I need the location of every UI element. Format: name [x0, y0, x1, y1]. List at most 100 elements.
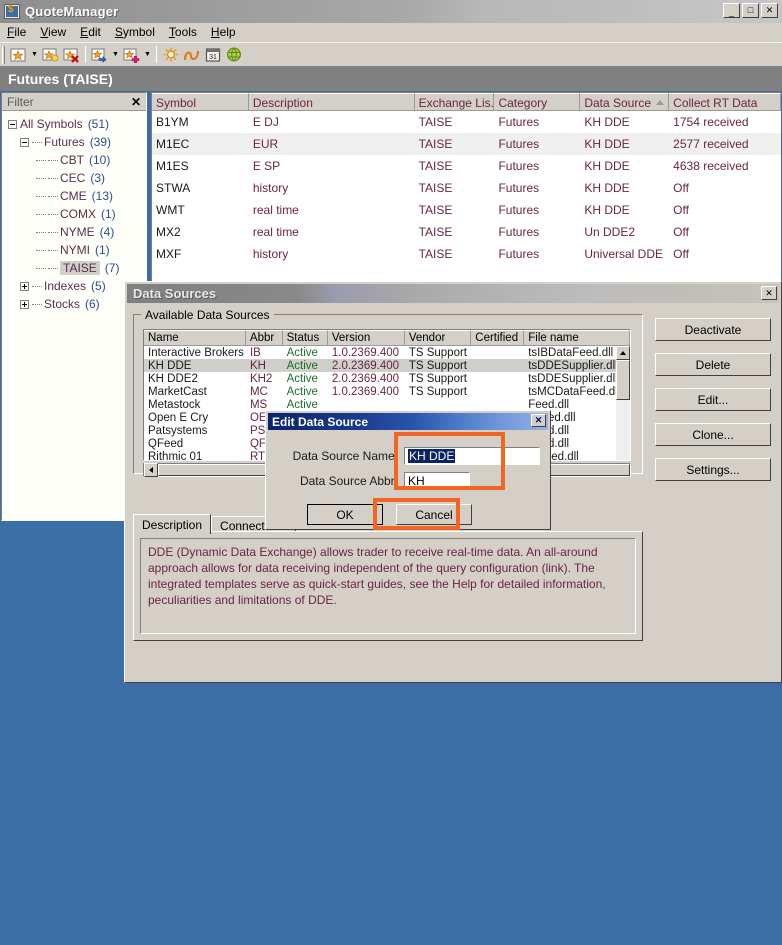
ok-button[interactable]: OK: [307, 504, 383, 525]
toolbar-grip[interactable]: [2, 45, 5, 64]
minimize-button[interactable]: _: [723, 3, 740, 18]
tree-item-label: Stocks: [44, 297, 81, 311]
scroll-thumb[interactable]: [616, 360, 630, 400]
collapse-toggle-icon[interactable]: [8, 119, 17, 129]
import-dropdown-icon[interactable]: ▼: [110, 44, 121, 65]
ds-table-row[interactable]: Interactive Brokers IB Active 1.0.2369.4…: [144, 346, 630, 359]
ds-column-header-name[interactable]: Name: [144, 330, 246, 346]
data-sources-button-column: Deactivate Delete Edit... Clone... Setti…: [655, 318, 773, 493]
column-header-data-source[interactable]: Data Source: [580, 93, 670, 111]
tree-item-taise[interactable]: TAISE (7): [4, 259, 146, 277]
data-sources-titlebar[interactable]: Data Sources ✕: [127, 284, 779, 303]
scroll-left-button[interactable]: [144, 463, 158, 477]
cell-collect-rt: 4638 received: [673, 159, 749, 173]
new-symbol-dropdown-icon[interactable]: ▼: [29, 44, 40, 65]
column-header-description[interactable]: Description: [248, 93, 415, 111]
tab-description[interactable]: Description: [133, 514, 212, 534]
menu-item-file[interactable]: FFileile: [0, 23, 33, 41]
add-symbol-icon[interactable]: [121, 44, 142, 65]
cell-name: Interactive Brokers: [148, 346, 244, 359]
menu-item-symbol[interactable]: Symbol: [108, 23, 162, 41]
tree-item-cec[interactable]: CEC (3): [4, 169, 146, 187]
expand-toggle-icon[interactable]: [20, 299, 29, 309]
table-row[interactable]: B1YM E DJ TAISE Futures KH DDE 1754 rece…: [152, 111, 781, 133]
menu-item-help[interactable]: Help: [204, 23, 243, 41]
add-dropdown-icon[interactable]: ▼: [142, 44, 153, 65]
menu-item-tools[interactable]: Tools: [162, 23, 204, 41]
close-button[interactable]: ✕: [761, 3, 778, 18]
tree-item-count: (4): [99, 225, 115, 239]
menu-item-edit[interactable]: Edit: [73, 23, 108, 41]
table-row[interactable]: M1ES E SP TAISE Futures KH DDE 4638 rece…: [152, 155, 781, 177]
data-source-name-label: Data Source Name:: [292, 449, 398, 463]
cell-collect-rt: Off: [673, 203, 689, 217]
expand-toggle-icon[interactable]: [20, 281, 29, 291]
ds-column-header-file-name[interactable]: File name: [524, 330, 630, 346]
table-row[interactable]: MXF history TAISE Futures Universal DDE …: [152, 243, 781, 265]
tree-connector: [48, 267, 58, 269]
edit-dialog-titlebar[interactable]: Edit Data Source ✕: [268, 413, 548, 430]
quotemanager-icon: [4, 4, 20, 19]
ds-column-header-vendor[interactable]: Vendor: [404, 330, 472, 346]
ds-column-header-status[interactable]: Status: [282, 330, 328, 346]
table-row[interactable]: STWA history TAISE Futures KH DDE Off: [152, 177, 781, 199]
cell-symbol: MX2: [156, 225, 181, 239]
cell-vendor: TS Support: [408, 359, 467, 372]
column-header-collect-rt-data[interactable]: Collect RT Data: [669, 93, 781, 111]
window-titlebar[interactable]: QuoteManager _ □ ✕: [0, 0, 782, 23]
ds-column-header-version[interactable]: Version: [327, 330, 405, 346]
cell-exchange: TAISE: [418, 181, 453, 195]
edit-dialog-close-button[interactable]: ✕: [531, 414, 546, 427]
tree-item-cbt[interactable]: CBT (10): [4, 151, 146, 169]
data-sources-close-button[interactable]: ✕: [761, 286, 777, 300]
tree-item-label: NYMI: [60, 243, 90, 257]
filter-close-icon[interactable]: ✕: [129, 95, 143, 109]
column-header-category[interactable]: Category: [494, 93, 581, 111]
calendar-icon[interactable]: 31: [202, 44, 223, 65]
data-source-abbr-row: Data Source Abbr: KH: [276, 472, 544, 490]
tree-item-all-symbols[interactable]: All Symbols (51): [4, 115, 146, 133]
import-symbol-icon[interactable]: [89, 44, 110, 65]
tree-item-nyme[interactable]: NYME (4): [4, 223, 146, 241]
tree-item-futures[interactable]: Futures (39): [4, 133, 146, 151]
scroll-track[interactable]: [616, 400, 630, 460]
delete-symbol-icon[interactable]: [61, 44, 82, 65]
ds-table-row[interactable]: MarketCast MC Active 1.0.2369.400 TS Sup…: [144, 385, 630, 398]
deactivate-button[interactable]: Deactivate: [655, 318, 771, 341]
edit-button[interactable]: Edit...: [655, 388, 771, 411]
data-source-name-input[interactable]: KH DDE: [404, 447, 540, 465]
scroll-up-button[interactable]: [616, 346, 630, 360]
cell-abbr: MC: [249, 385, 268, 398]
ds-column-header-abbr[interactable]: Abbr: [245, 330, 283, 346]
cell-category: Futures: [498, 203, 540, 217]
ds-column-header-certified[interactable]: Certified: [471, 330, 525, 346]
cell-version: 2.0.2369.400: [331, 359, 400, 372]
table-row[interactable]: MX2 real time TAISE Futures Un DDE2 Off: [152, 221, 781, 243]
delete-button[interactable]: Delete: [655, 353, 771, 376]
maximize-button[interactable]: □: [742, 3, 759, 18]
settings-button[interactable]: Settings...: [655, 458, 771, 481]
ds-table-row[interactable]: KH DDE2 KH2 Active 2.0.2369.400 TS Suppo…: [144, 372, 630, 385]
tree-item-comx[interactable]: COMX (1): [4, 205, 146, 223]
table-row[interactable]: WMT real time TAISE Futures KH DDE Off: [152, 199, 781, 221]
data-source-abbr-input[interactable]: KH: [404, 472, 470, 490]
menu-item-view[interactable]: View: [33, 23, 73, 41]
data-sources-icon[interactable]: [160, 44, 181, 65]
edit-symbol-icon[interactable]: [40, 44, 61, 65]
column-header-symbol[interactable]: Symbol: [152, 93, 249, 111]
new-symbol-icon[interactable]: [8, 44, 29, 65]
column-header-exchange-listed[interactable]: Exchange Lis...: [414, 93, 495, 111]
tree-item-cme[interactable]: CME (13): [4, 187, 146, 205]
globe-icon[interactable]: [223, 44, 244, 65]
table-row[interactable]: M1EC EUR TAISE Futures KH DDE 2577 recei…: [152, 133, 781, 155]
tree-item-nymi[interactable]: NYMI (1): [4, 241, 146, 259]
clone-button[interactable]: Clone...: [655, 423, 771, 446]
chart-icon[interactable]: [181, 44, 202, 65]
cancel-button[interactable]: Cancel: [396, 504, 472, 525]
cell-data-source: KH DDE: [584, 203, 630, 217]
ds-table-row[interactable]: KH DDE KH Active 2.0.2369.400 TS Support…: [144, 359, 630, 372]
ds-table-vertical-scrollbar[interactable]: [616, 346, 630, 460]
cell-category: Futures: [498, 181, 540, 195]
cell-data-source: KH DDE: [584, 115, 630, 129]
collapse-toggle-icon[interactable]: [20, 137, 29, 147]
